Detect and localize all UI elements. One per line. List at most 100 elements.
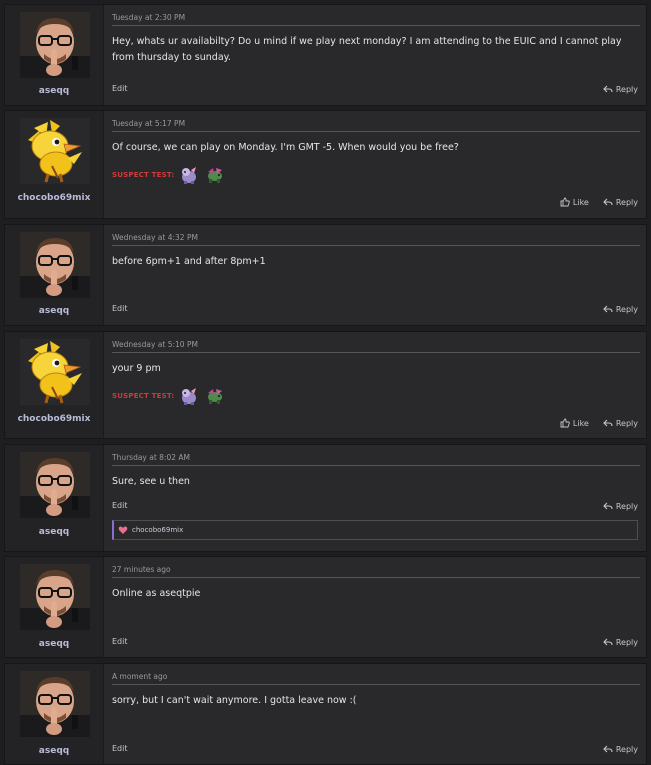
reply-label: Reply [615,84,638,94]
reply-label: Reply [615,744,638,754]
divider [112,465,640,466]
edit-link[interactable]: Edit [112,744,128,753]
post-actions: Reply [603,637,638,647]
reply-button[interactable]: Reply [603,418,638,428]
reply-arrow-icon [603,197,613,207]
post: aseqq A moment ago sorry, but I can't wa… [4,663,647,765]
reply-arrow-icon [603,744,613,754]
message-cell: 27 minutes ago Online as aseqtpie Edit R… [104,557,646,657]
message-text: Sure, see u then [112,476,190,487]
message-text: Online as aseqtpie [112,588,201,599]
suspect-test-label: SUSPECT TEST: [112,392,175,400]
reply-label: Reply [615,197,638,207]
message-text: Of course, we can play on Monday. I'm GM… [112,142,459,153]
username[interactable]: chocobo69mix [5,414,103,424]
message-cell: Tuesday at 5:17 PM Of course, we can pla… [104,111,646,218]
user-cell: aseqq [5,557,104,657]
pokemon-icon [204,385,226,407]
divider [112,131,640,132]
edit-link[interactable]: Edit [112,84,128,93]
user-cell: aseqq [5,225,104,325]
post-date[interactable]: Thursday at 8:02 AM [112,453,190,462]
divider [112,25,640,26]
reply-arrow-icon [603,637,613,647]
divider [112,684,640,685]
heart-icon [118,525,128,535]
message-cell: Thursday at 8:02 AM Sure, see u then Edi… [104,445,646,551]
avatar[interactable] [20,671,90,737]
avatar[interactable] [20,452,90,518]
username[interactable]: chocobo69mix [5,193,103,203]
reply-label: Reply [615,501,638,511]
post-date[interactable]: Tuesday at 5:17 PM [112,119,185,128]
post-actions: Reply [603,744,638,754]
post-actions: Reply [603,501,638,511]
user-cell: aseqq [5,445,104,551]
avatar[interactable] [20,232,90,298]
post-date[interactable]: Wednesday at 4:32 PM [112,233,198,242]
reply-label: Reply [615,637,638,647]
reply-button[interactable]: Reply [603,637,638,647]
edit-link[interactable]: Edit [112,501,128,510]
reply-button[interactable]: Reply [603,197,638,207]
reply-arrow-icon [603,304,613,314]
post-date[interactable]: A moment ago [112,672,167,681]
message-text: before 6pm+1 and after 8pm+1 [112,256,266,267]
liked-by-user[interactable]: chocobo69mix [132,526,183,534]
pokemon-icon [178,164,200,186]
thumbs-up-icon [560,197,570,207]
message-text: sorry, but I can't wait anymore. I gotta… [112,695,357,706]
post-actions: Reply [603,84,638,94]
like-label: Like [572,197,589,207]
avatar[interactable] [20,564,90,630]
post: aseqq 27 minutes ago Online as aseqtpie … [4,556,647,658]
edit-link[interactable]: Edit [112,304,128,313]
post: chocobo69mix Wednesday at 5:10 PM your 9… [4,331,647,439]
suspect-test-label: SUSPECT TEST: [112,171,175,179]
likes-summary[interactable]: chocobo69mix [112,520,638,540]
thumbs-up-icon [560,418,570,428]
username[interactable]: aseqq [5,86,103,96]
divider [112,352,640,353]
user-cell: aseqq [5,5,104,105]
reply-arrow-icon [603,501,613,511]
reply-button[interactable]: Reply [603,744,638,754]
reply-label: Reply [615,418,638,428]
message-text: your 9 pm [112,363,161,374]
post-actions: Reply [603,304,638,314]
message-cell: Wednesday at 5:10 PM your 9 pm SUSPECT T… [104,332,646,438]
reply-button[interactable]: Reply [603,84,638,94]
divider [112,245,640,246]
reply-button[interactable]: Reply [603,304,638,314]
reply-button[interactable]: Reply [603,501,638,511]
message-cell: A moment ago sorry, but I can't wait any… [104,664,646,764]
reply-label: Reply [615,304,638,314]
pokemon-icon [178,385,200,407]
user-cell: chocobo69mix [5,332,104,438]
avatar[interactable] [20,339,90,405]
post-date[interactable]: Wednesday at 5:10 PM [112,340,198,349]
divider [112,577,640,578]
username[interactable]: aseqq [5,306,103,316]
pokemon-icon [204,164,226,186]
username[interactable]: aseqq [5,746,103,756]
post-date[interactable]: 27 minutes ago [112,565,171,574]
post-actions: Like Reply [560,418,638,428]
reply-arrow-icon [603,84,613,94]
username[interactable]: aseqq [5,639,103,649]
message-text: Hey, whats ur availabilty? Do u mind if … [112,36,622,63]
username[interactable]: aseqq [5,527,103,537]
post: aseqq Wednesday at 4:32 PM before 6pm+1 … [4,224,647,326]
post-date[interactable]: Tuesday at 2:30 PM [112,13,185,22]
like-label: Like [572,418,589,428]
avatar[interactable] [20,118,90,184]
edit-link[interactable]: Edit [112,637,128,646]
message-cell: Tuesday at 2:30 PM Hey, whats ur availab… [104,5,646,105]
user-cell: chocobo69mix [5,111,104,218]
like-button[interactable]: Like [560,418,589,428]
message-cell: Wednesday at 4:32 PM before 6pm+1 and af… [104,225,646,325]
like-button[interactable]: Like [560,197,589,207]
post: aseqq Tuesday at 2:30 PM Hey, whats ur a… [4,4,647,106]
suspect-test-badges: SUSPECT TEST: [112,385,226,407]
avatar[interactable] [20,12,90,78]
